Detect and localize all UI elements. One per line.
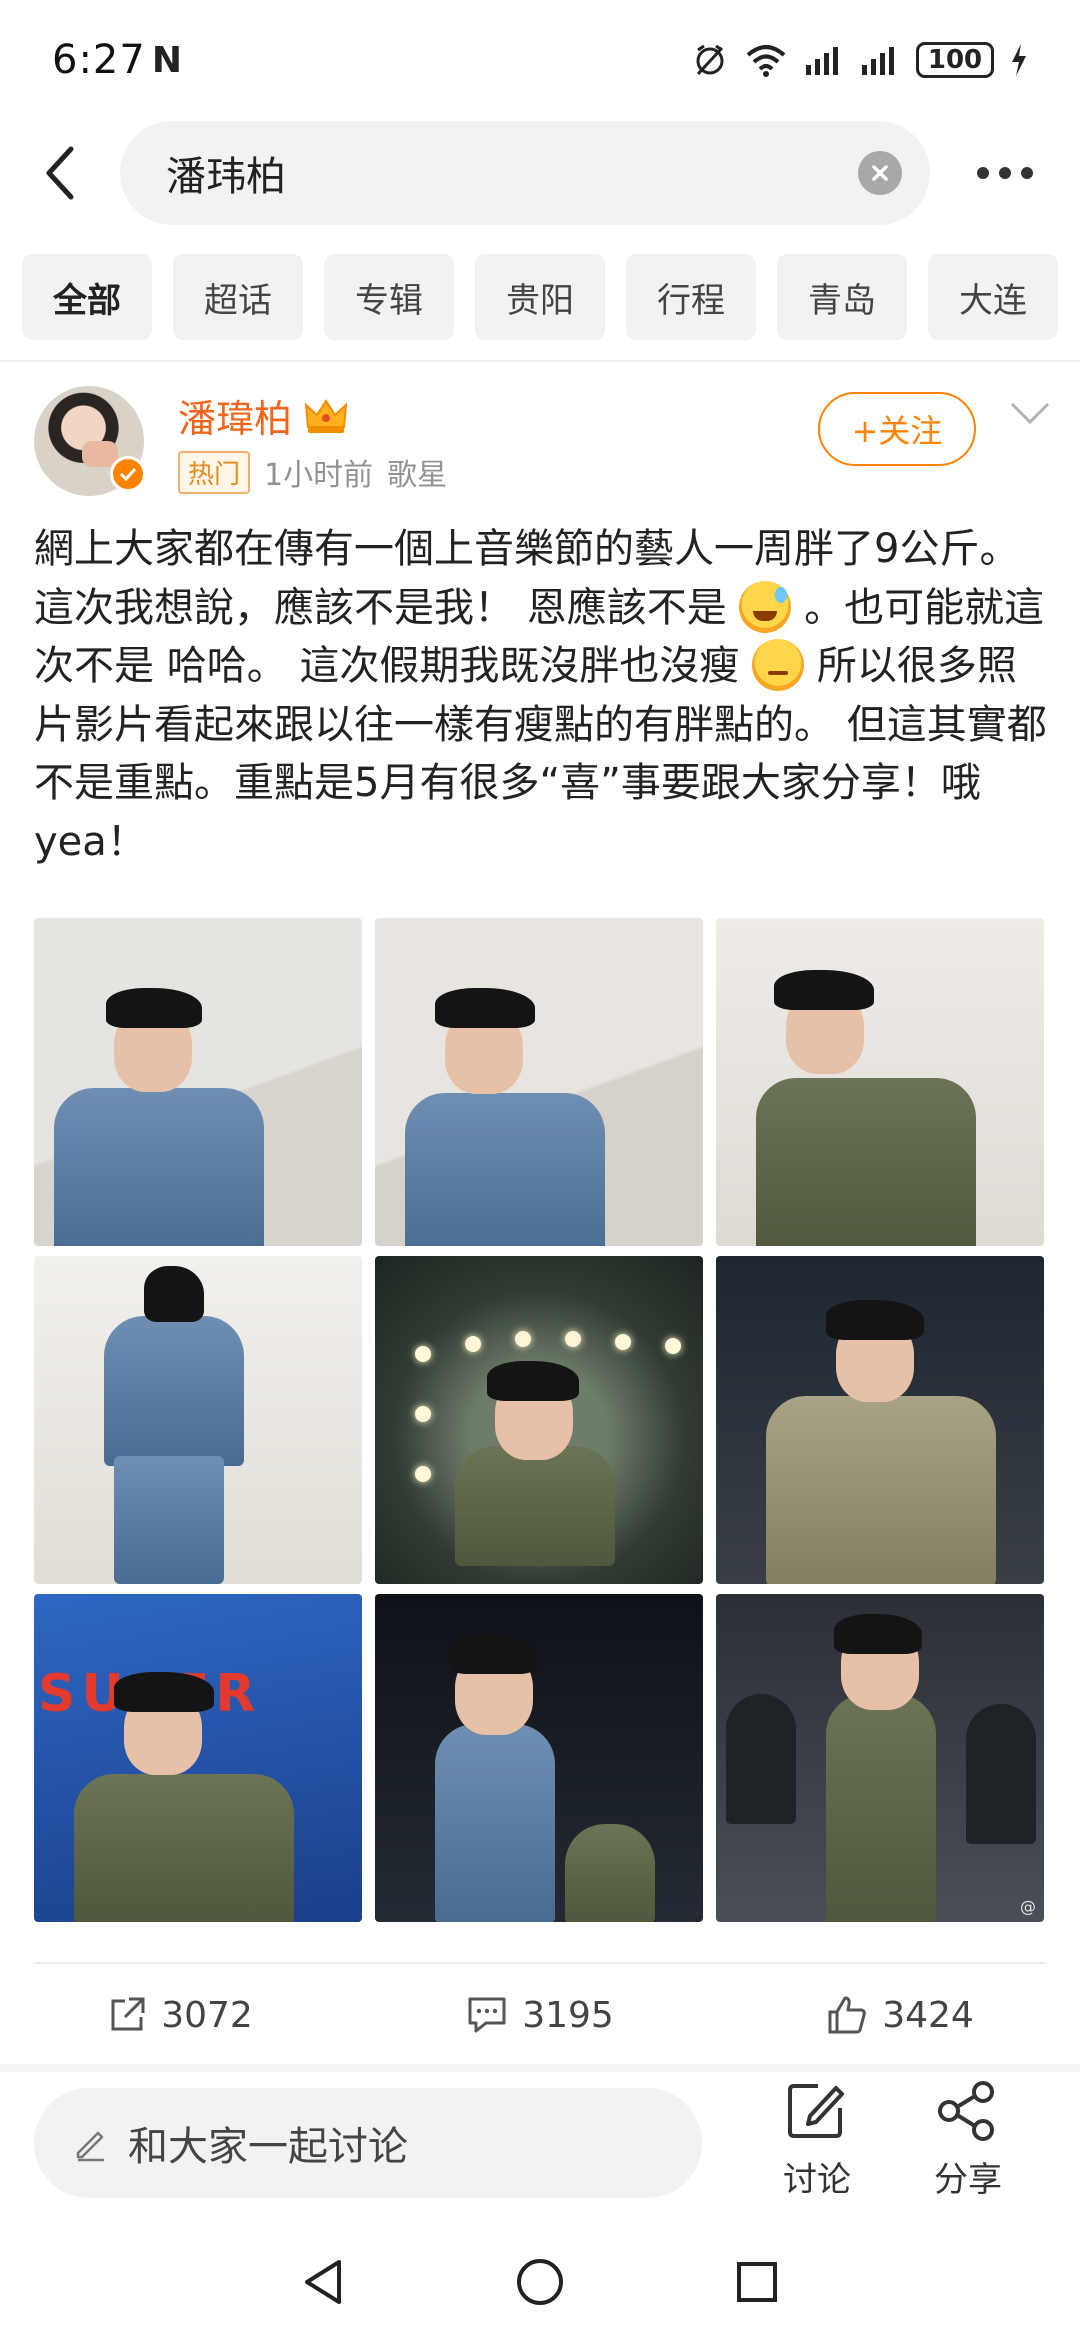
alarm-mute-icon xyxy=(696,44,724,76)
post-photo-7[interactable]: SUPER xyxy=(34,1594,362,1922)
author-name[interactable]: 潘瑋柏 xyxy=(178,388,292,443)
post-meta: 热门 1小时前 歌星 xyxy=(178,450,447,494)
post-photo-4[interactable] xyxy=(34,1256,362,1584)
post-category: 歌星 xyxy=(387,458,448,493)
post-photo-2[interactable] xyxy=(375,918,703,1246)
filter-tab-qingdao[interactable]: 青岛 xyxy=(777,254,907,340)
post-photo-9[interactable]: @ xyxy=(716,1594,1044,1922)
repost-count: 3072 xyxy=(161,1994,253,2036)
comment-icon xyxy=(468,1997,506,2033)
divider xyxy=(0,360,1080,362)
edit-square-icon xyxy=(788,2084,844,2138)
post-time: 1小时前 xyxy=(264,458,374,493)
author-name-row: 潘瑋柏 xyxy=(178,388,348,443)
signal-icon-2 xyxy=(862,47,894,75)
filter-tabs: 全部 超话 专辑 贵阳 行程 青岛 大连 xyxy=(22,254,1080,340)
status-icons: 100 xyxy=(692,42,1028,78)
chevron-down-icon[interactable] xyxy=(1008,398,1052,428)
sweat-smile-emoji-icon xyxy=(739,580,792,633)
filter-tab-dalian[interactable]: 大连 xyxy=(928,254,1058,340)
more-dot-icon xyxy=(1021,167,1033,179)
search-header: 潘玮柏 xyxy=(0,118,1080,228)
comment-button[interactable]: 3195 xyxy=(360,1980,720,2050)
more-dot-icon xyxy=(977,167,989,179)
holding-tears-emoji-icon xyxy=(752,639,805,691)
like-button[interactable]: 3424 xyxy=(720,1980,1080,2050)
system-nav-bar xyxy=(0,2232,1080,2331)
close-icon xyxy=(872,165,888,181)
status-time: 6:27 xyxy=(52,37,146,83)
verified-badge-icon xyxy=(110,456,146,492)
nav-back-icon[interactable] xyxy=(301,2257,345,2307)
post-photo-3[interactable] xyxy=(716,918,1044,1246)
thumbs-up-icon xyxy=(828,1996,866,2034)
nfc-indicator-icon: N xyxy=(151,39,182,81)
post-photo-1[interactable] xyxy=(34,918,362,1246)
post-photo-5[interactable] xyxy=(375,1256,703,1584)
filter-tab-album[interactable]: 专辑 xyxy=(324,254,454,340)
repost-icon xyxy=(111,1997,145,2031)
back-button[interactable] xyxy=(0,118,120,228)
divider xyxy=(34,1962,1046,1964)
battery-level: 100 xyxy=(927,45,983,75)
photo-grid: SUPER @ xyxy=(34,918,1046,1922)
post-body: 網上大家都在傳有一個上音樂節的藝人一周胖了9公斤。這次我想說，應該不是我！ 恩應… xyxy=(34,520,1050,871)
share-button[interactable]: 分享 xyxy=(913,2080,1023,2210)
share-icon xyxy=(938,2081,994,2141)
nav-home-icon[interactable] xyxy=(515,2257,565,2307)
post-actions: 3072 3195 3424 xyxy=(0,1980,1080,2050)
status-bar: 6:27 N 100 xyxy=(0,0,1080,120)
battery-indicator: 100 xyxy=(916,42,994,78)
more-dot-icon xyxy=(999,167,1011,179)
signal-icon xyxy=(806,47,838,75)
like-count: 3424 xyxy=(882,1994,974,2036)
comment-placeholder: 和大家一起讨论 xyxy=(128,2124,408,2170)
comment-count: 3195 xyxy=(522,1994,614,2036)
share-label: 分享 xyxy=(934,2160,1002,2200)
crown-icon xyxy=(304,398,348,433)
comment-input[interactable]: 和大家一起讨论 xyxy=(34,2088,702,2198)
post-photo-8[interactable] xyxy=(375,1594,703,1922)
clear-search-button[interactable] xyxy=(858,151,902,195)
nav-recents-icon[interactable] xyxy=(735,2260,779,2304)
filter-tab-guiyang[interactable]: 贵阳 xyxy=(475,254,605,340)
search-query: 潘玮柏 xyxy=(166,154,286,200)
discuss-button[interactable]: 讨论 xyxy=(762,2080,872,2210)
more-options-button[interactable] xyxy=(930,118,1080,228)
post-photo-6[interactable] xyxy=(716,1256,1044,1584)
filter-tab-itinerary[interactable]: 行程 xyxy=(626,254,756,340)
follow-button[interactable]: +关注 xyxy=(818,392,976,466)
repost-button[interactable]: 3072 xyxy=(0,1980,360,2050)
back-arrow-icon xyxy=(46,146,74,200)
divider xyxy=(0,2064,1080,2072)
charging-icon xyxy=(1012,44,1026,76)
photo-watermark: @ xyxy=(1020,1897,1036,1916)
filter-tab-supertopic[interactable]: 超话 xyxy=(173,254,303,340)
discuss-label: 讨论 xyxy=(783,2160,851,2200)
wifi-icon xyxy=(746,45,786,77)
pencil-icon xyxy=(76,2131,104,2162)
search-input[interactable]: 潘玮柏 xyxy=(120,121,930,225)
hot-badge: 热门 xyxy=(178,450,251,494)
filter-tab-all[interactable]: 全部 xyxy=(22,254,152,340)
